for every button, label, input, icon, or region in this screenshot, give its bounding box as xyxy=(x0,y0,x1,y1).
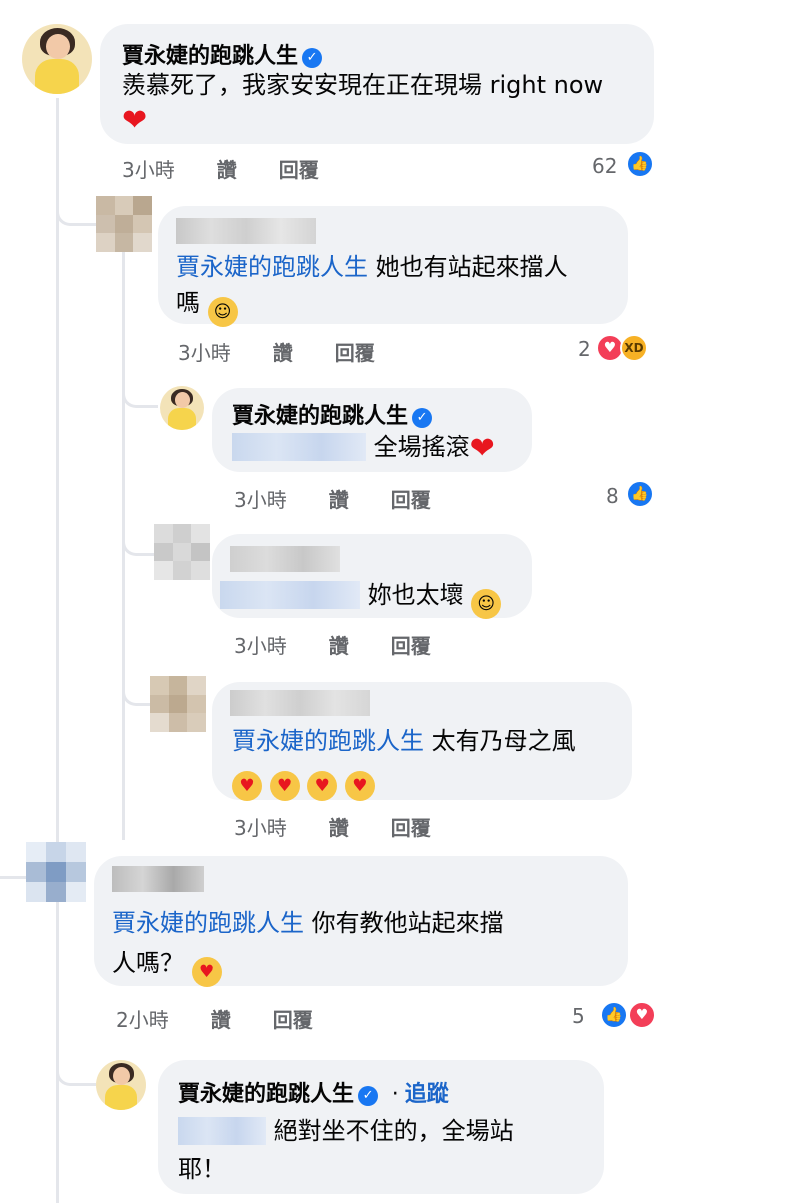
avatar[interactable] xyxy=(96,1060,146,1110)
verified-badge-icon: ✓ xyxy=(302,48,323,68)
comment-text: 妳也太壞 ☺ xyxy=(220,576,502,619)
heart-eyes-emoji-icon: ♥ xyxy=(232,771,262,801)
comment-time[interactable]: 3小時 xyxy=(178,341,231,365)
mention-link[interactable]: 賈永婕的跑跳人生 xyxy=(176,253,368,281)
blurred-mention xyxy=(220,581,360,609)
emoji-row: ♥ ♥ ♥ ♥ xyxy=(232,758,375,801)
comment-actions: 3小時 讚 回覆 xyxy=(178,337,417,366)
avatar[interactable] xyxy=(96,196,152,252)
heart-eyes-emoji-icon: ♥ xyxy=(191,957,222,987)
like-button[interactable]: 讚 xyxy=(217,158,237,182)
comment-time[interactable]: 3小時 xyxy=(234,634,287,658)
verified-badge-icon: ✓ xyxy=(412,408,433,428)
like-icon[interactable]: 👍 xyxy=(626,480,654,508)
heart-eyes-emoji-icon: ♥ xyxy=(344,771,375,801)
comment-actions: 3小時 讚 回覆 xyxy=(234,812,473,841)
comment-time[interactable]: 2小時 xyxy=(116,1008,169,1032)
comment-author[interactable] xyxy=(176,218,316,244)
comment-time[interactable]: 3小時 xyxy=(234,488,287,512)
comment-text: 絕對坐不住的，全場站 xyxy=(178,1112,514,1150)
avatar[interactable] xyxy=(22,24,92,94)
thread-connector xyxy=(122,670,152,706)
like-icon[interactable]: 👍 xyxy=(600,1001,628,1029)
comment-text: 賈永婕的跑跳人生 太有乃母之風 xyxy=(232,727,576,755)
comment-author[interactable] xyxy=(112,866,204,892)
thread-connector xyxy=(122,520,156,556)
blurred-mention xyxy=(178,1117,266,1145)
reaction-count[interactable]: 62 xyxy=(592,154,617,178)
like-icon[interactable]: 👍 xyxy=(626,150,654,178)
comment-time[interactable]: 3小時 xyxy=(234,816,287,840)
like-button[interactable]: 讚 xyxy=(329,634,349,658)
thread-connector xyxy=(56,1050,96,1086)
smile-emoji-icon: ☺ xyxy=(207,297,238,327)
follow-button[interactable]: 追蹤 xyxy=(405,1082,449,1107)
haha-icon[interactable]: XD xyxy=(620,334,648,362)
reply-button[interactable]: 回覆 xyxy=(335,341,375,365)
comment-text: 羨慕死了，我家安安現在正在現場 right now xyxy=(122,71,604,99)
reply-button[interactable]: 回覆 xyxy=(391,634,431,658)
heart-emoji: ❤ xyxy=(122,103,148,138)
avatar[interactable] xyxy=(150,676,206,732)
comment-actions: 3小時 讚 回覆 xyxy=(234,630,473,659)
love-icon[interactable]: ♥ xyxy=(628,1001,656,1029)
comment-text: 賈永婕的跑跳人生 你有教他站起來擋 xyxy=(112,909,504,937)
comment-author[interactable]: 賈永婕的跑跳人生 ✓ · 追蹤 xyxy=(178,1076,449,1108)
avatar[interactable] xyxy=(160,386,204,430)
avatar[interactable] xyxy=(26,842,86,902)
reply-button[interactable]: 回覆 xyxy=(391,816,431,840)
reply-button[interactable]: 回覆 xyxy=(273,1008,313,1032)
reaction-count[interactable]: 5 xyxy=(572,1004,585,1028)
comment-author[interactable]: 賈永婕的跑跳人生 ✓ xyxy=(232,398,433,430)
like-button[interactable]: 讚 xyxy=(211,1008,231,1032)
mention-link[interactable]: 賈永婕的跑跳人生 xyxy=(112,909,304,937)
comment-actions: 3小時 讚 回覆 xyxy=(234,484,473,513)
sweat-smile-emoji-icon: ☺ xyxy=(471,589,502,619)
comment-actions: 2小時 讚 回覆 xyxy=(116,1004,355,1033)
thread-connector xyxy=(122,380,158,408)
avatar[interactable] xyxy=(154,524,210,580)
comment-text-line2: 嗎 ☺ xyxy=(176,284,238,327)
heart-eyes-emoji-icon: ♥ xyxy=(307,771,338,801)
heart-emoji: ❤ xyxy=(469,431,495,466)
reply-button[interactable]: 回覆 xyxy=(391,488,431,512)
like-button[interactable]: 讚 xyxy=(273,341,293,365)
heart-eyes-emoji-icon: ♥ xyxy=(269,771,300,801)
comment-text: 全場搖滾❤ xyxy=(232,428,495,468)
comment-author[interactable] xyxy=(230,546,340,572)
comment-text-line2: 人嗎？ ♥ xyxy=(112,944,222,987)
comment-text: 賈永婕的跑跳人生 她也有站起來擋人 xyxy=(176,253,568,281)
like-button[interactable]: 讚 xyxy=(329,488,349,512)
reaction-count[interactable]: 8 xyxy=(606,484,619,508)
reply-button[interactable]: 回覆 xyxy=(279,158,319,182)
verified-badge-icon: ✓ xyxy=(358,1086,379,1106)
blurred-mention xyxy=(232,433,366,461)
like-button[interactable]: 讚 xyxy=(329,816,349,840)
mention-link[interactable]: 賈永婕的跑跳人生 xyxy=(232,727,424,755)
reaction-count[interactable]: 2 xyxy=(578,337,591,361)
thread-connector xyxy=(56,190,96,226)
comment-time[interactable]: 3小時 xyxy=(122,158,175,182)
comment-actions: 3小時 讚 回覆 xyxy=(122,154,361,183)
thread-connector xyxy=(0,876,26,879)
comment-author[interactable] xyxy=(230,690,370,716)
thread-line-main xyxy=(56,98,59,1203)
comment-text-line2: 耶！ xyxy=(178,1155,226,1183)
